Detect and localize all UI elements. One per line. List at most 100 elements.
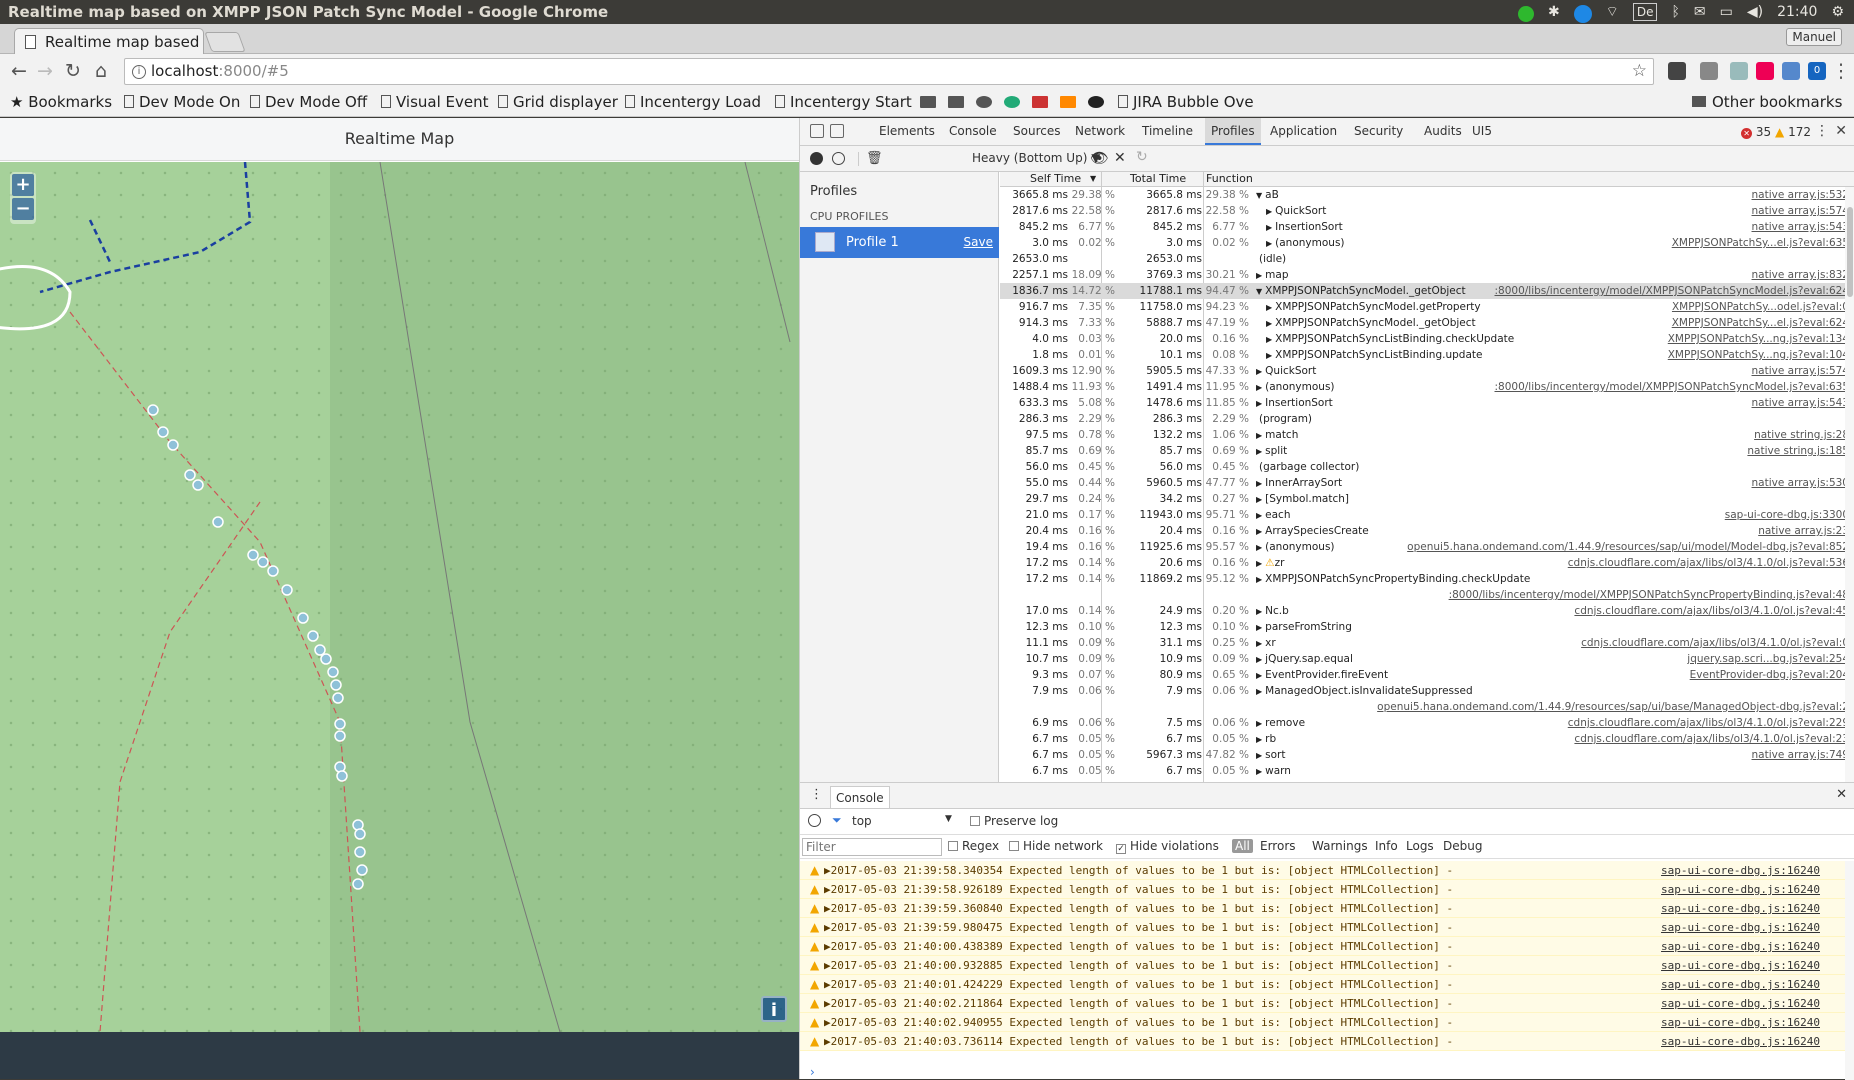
drawer-menu-icon[interactable]: ⋮ bbox=[810, 787, 823, 802]
expand-arrow-icon[interactable]: ▶ bbox=[1256, 511, 1262, 520]
bluetooth-tray-icon[interactable]: ᛒ bbox=[1671, 0, 1679, 24]
tab-audits[interactable]: Audits bbox=[1423, 118, 1463, 145]
update-icon[interactable] bbox=[1517, 6, 1534, 22]
vehicle-markers[interactable] bbox=[147, 404, 368, 890]
tree-row[interactable]: 2653.0 ms 2653.0 ms (idle) bbox=[1000, 251, 1854, 267]
expand-arrow-icon[interactable]: ▶ bbox=[1256, 543, 1262, 552]
expand-arrow-icon[interactable]: ▶ bbox=[1266, 303, 1272, 312]
message-source-link[interactable]: sap-ui-core-dbg.js:16240 bbox=[1661, 1032, 1820, 1051]
settings-gear-icon[interactable]: ⚙ bbox=[1831, 0, 1844, 24]
mail-icon[interactable]: ✉ bbox=[1694, 0, 1706, 24]
source-link[interactable]: cdnjs.cloudflare.com/ajax/libs/ol3/4.1.0… bbox=[1568, 555, 1849, 571]
zoom-in-button[interactable]: + bbox=[12, 174, 34, 196]
expand-arrow-icon[interactable]: ▶ bbox=[1266, 239, 1272, 248]
console-message[interactable]: ▲ ▶2017-05-03 21:39:58.926189 Expected le… bbox=[800, 880, 1854, 899]
keyboard-layout[interactable]: De bbox=[1632, 3, 1658, 21]
tab-profiles[interactable]: Profiles bbox=[1205, 118, 1261, 145]
source-link[interactable]: native array.js:749 bbox=[1752, 747, 1849, 763]
console-message[interactable]: ▲ ▶2017-05-03 21:40:03.736114 Expected le… bbox=[800, 1032, 1854, 1051]
volume-icon[interactable]: ◀) bbox=[1747, 0, 1763, 24]
globe-icon[interactable] bbox=[1004, 96, 1020, 108]
source-link[interactable]: native array.js:532 bbox=[1752, 187, 1849, 203]
trash-icon[interactable]: 🗑 bbox=[866, 152, 883, 165]
expand-arrow-icon[interactable]: ▶ bbox=[1256, 479, 1262, 488]
tab-ui5[interactable]: UI5 bbox=[1471, 118, 1493, 145]
expand-arrow-icon[interactable]: ▶ bbox=[1256, 735, 1262, 744]
issue-counter[interactable]: ✕ 35 ▲ 172 bbox=[1741, 125, 1811, 139]
extension-icon[interactable] bbox=[1782, 62, 1800, 80]
expand-arrow-icon[interactable]: ▶ bbox=[1256, 687, 1262, 696]
bookmark-item[interactable]: Incentergy Load bbox=[625, 88, 761, 116]
tree-row[interactable]: 21.0 ms 0.17 % 11943.0 ms 95.71 % ▶ each sap-u… bbox=[1000, 507, 1854, 523]
expand-arrow-icon[interactable]: ▶ bbox=[1266, 223, 1272, 232]
bookmark-item[interactable]: Dev Mode Off bbox=[250, 88, 367, 116]
console-message[interactable]: ▲ ▶2017-05-03 21:40:02.940955 Expected le… bbox=[800, 1013, 1854, 1032]
tree-row[interactable]: 286.3 ms 2.29 % 286.3 ms 2.29 % (program) bbox=[1000, 411, 1854, 427]
expand-arrow-icon[interactable]: ▶ bbox=[1256, 495, 1262, 504]
preserve-log-checkbox[interactable]: Preserve log bbox=[970, 814, 1058, 828]
expand-arrow-icon[interactable]: ▶ bbox=[1256, 639, 1262, 648]
tree-row[interactable]: 19.4 ms 0.16 % 11925.6 ms 95.57 % ▶ (anonymou… bbox=[1000, 539, 1854, 555]
level-errors[interactable]: Errors bbox=[1260, 839, 1296, 853]
tree-row[interactable]: 97.5 ms 0.78 % 132.2 ms 1.06 % ▶ match native … bbox=[1000, 427, 1854, 443]
expand-arrow-icon[interactable]: ▶ bbox=[1256, 559, 1262, 568]
map-canvas[interactable]: + − i bbox=[0, 162, 799, 1032]
tree-row[interactable]: 6.9 ms 0.06 % 7.5 ms 0.06 % ▶ remove cdnjs.clo… bbox=[1000, 715, 1854, 731]
home-icon[interactable]: ⌂ bbox=[90, 60, 112, 82]
expand-arrow-icon[interactable]: ▶ bbox=[1256, 575, 1262, 584]
source-link[interactable]: sap-ui-core-dbg.js:3300 bbox=[1725, 507, 1849, 523]
bookmarks-menu[interactable]: ★ Bookmarks bbox=[10, 88, 112, 116]
regex-checkbox[interactable]: Regex bbox=[948, 839, 999, 853]
tree-row[interactable]: 20.4 ms 0.16 % 20.4 ms 0.16 % ▶ ArraySpeciesC… bbox=[1000, 523, 1854, 539]
tree-row[interactable]: 1609.3 ms 12.90 % 5905.5 ms 47.33 % ▶ QuickSo… bbox=[1000, 363, 1854, 379]
source-link[interactable]: native string.js:28 bbox=[1754, 427, 1849, 443]
tree-row[interactable]: :8000/libs/incentergy/model/XMPPJSONPatc… bbox=[1000, 587, 1854, 603]
other-bookmarks[interactable]: Other bookmarks bbox=[1692, 88, 1842, 116]
expand-arrow-icon[interactable]: ▼ bbox=[1256, 287, 1262, 296]
tab-sources[interactable]: Sources bbox=[1012, 118, 1061, 145]
console-message[interactable]: ▲ ▶2017-05-03 21:40:01.424229 Expected le… bbox=[800, 975, 1854, 994]
code-icon[interactable] bbox=[1032, 96, 1048, 108]
tree-row[interactable]: 916.7 ms 7.35 % 11758.0 ms 94.23 % ▶ XMPPJSON… bbox=[1000, 299, 1854, 315]
restore-icon[interactable]: ↻ bbox=[1136, 149, 1148, 165]
tab-application[interactable]: Application bbox=[1269, 118, 1338, 145]
teamviewer-icon[interactable] bbox=[1573, 4, 1592, 23]
scroll-thumb[interactable] bbox=[1847, 207, 1853, 297]
grid-scrollbar[interactable] bbox=[1845, 187, 1854, 802]
expand-arrow-icon[interactable]: ▶ bbox=[1266, 207, 1272, 216]
extension-icon[interactable] bbox=[1730, 62, 1748, 80]
source-link[interactable]: native array.js:574 bbox=[1752, 363, 1849, 379]
devtools-menu-icon[interactable]: ⋮ bbox=[1815, 123, 1829, 139]
chevron-down-icon[interactable]: ▼ bbox=[945, 814, 952, 824]
forward-icon[interactable]: → bbox=[34, 60, 56, 82]
info-icon[interactable]: i bbox=[132, 65, 146, 79]
tree-row[interactable]: 2257.1 ms 18.09 % 3769.3 ms 30.21 % ▶ map nati… bbox=[1000, 267, 1854, 283]
source-link[interactable]: native array.js:543 bbox=[1752, 219, 1849, 235]
tree-row[interactable]: 7.9 ms 0.06 % 7.9 ms 0.06 % ▶ ManagedObject.i… bbox=[1000, 683, 1854, 699]
tree-row[interactable]: 9.3 ms 0.07 % 80.9 ms 0.65 % ▶ EventProvider.… bbox=[1000, 667, 1854, 683]
attribution-info-button[interactable]: i bbox=[761, 996, 787, 1022]
record-icon[interactable] bbox=[810, 152, 823, 165]
bookmark-star-icon[interactable]: ☆ bbox=[1632, 59, 1647, 84]
source-link[interactable]: native array.js:530 bbox=[1752, 475, 1849, 491]
source-link[interactable]: EventProvider-dbg.js?eval:204 bbox=[1690, 667, 1849, 683]
tree-row[interactable]: 3.0 ms 0.02 % 3.0 ms 0.02 % ▶ (anonymous) XMPP… bbox=[1000, 235, 1854, 251]
source-link[interactable]: jquery.sap.scri...bg.js?eval:254 bbox=[1687, 651, 1849, 667]
tab-security[interactable]: Security bbox=[1353, 118, 1404, 145]
extension-icon[interactable] bbox=[1756, 62, 1774, 80]
source-link[interactable]: openui5.hana.ondemand.com/1.44.9/resourc… bbox=[1407, 539, 1849, 555]
tree-row[interactable]: 6.7 ms 0.05 % 6.7 ms 0.05 % ▶ rb cdnjs.cloudfl… bbox=[1000, 731, 1854, 747]
level-info[interactable]: Info bbox=[1375, 839, 1398, 853]
clear-icon[interactable] bbox=[832, 152, 845, 165]
new-tab-button[interactable] bbox=[204, 32, 246, 52]
close-drawer-icon[interactable]: ✕ bbox=[1836, 787, 1847, 802]
zoom-out-button[interactable]: − bbox=[12, 198, 34, 220]
source-link[interactable]: openui5.hana.ondemand.com/1.44.9/resourc… bbox=[1377, 699, 1849, 715]
tab-timeline[interactable]: Timeline bbox=[1141, 118, 1194, 145]
battery-icon[interactable]: ▭ bbox=[1720, 0, 1733, 24]
wifi-icon[interactable]: ⌔ bbox=[1606, 0, 1619, 24]
profile-badge[interactable]: Manuel bbox=[1786, 28, 1842, 46]
source-link[interactable]: :8000/libs/incentergy/model/XMPPJSONPatc… bbox=[1449, 587, 1849, 603]
source-link[interactable]: native array.js:832 bbox=[1752, 267, 1849, 283]
source-link[interactable]: native string.js:185 bbox=[1747, 443, 1849, 459]
